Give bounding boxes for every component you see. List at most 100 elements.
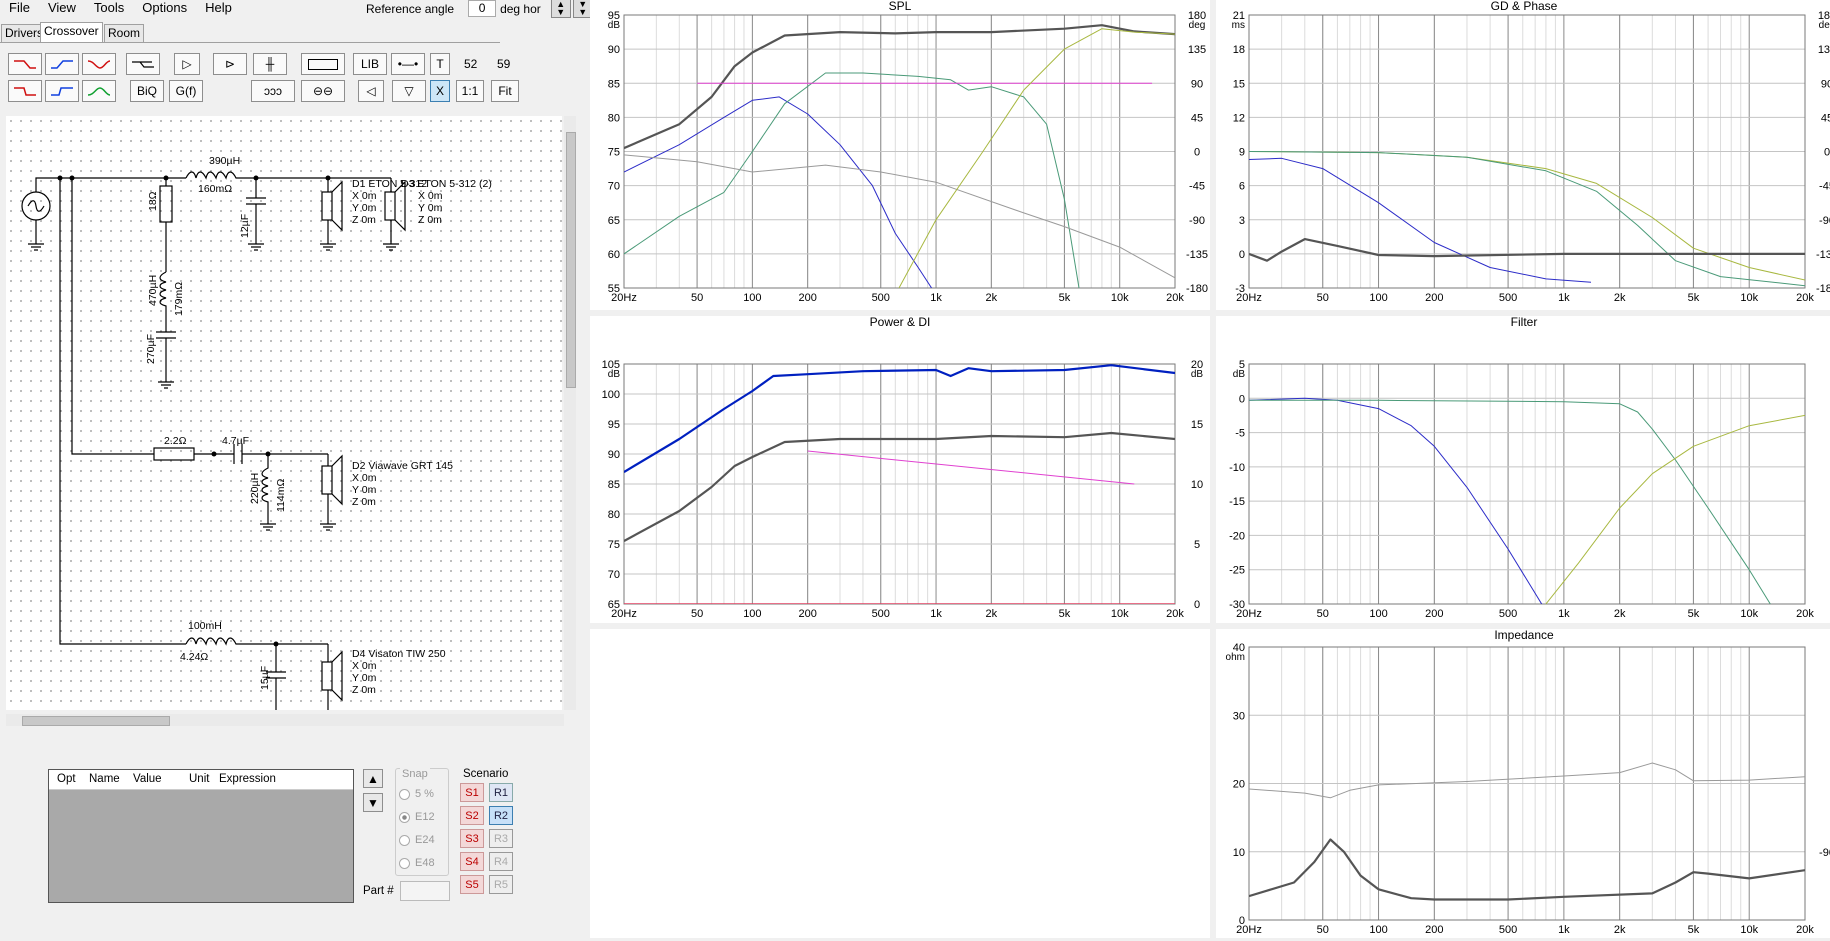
- parameter-table[interactable]: Opt Name Value Unit Expression: [48, 769, 354, 903]
- y2-tick-label: 10: [1191, 479, 1203, 491]
- x-tick-label: 20k: [1796, 292, 1814, 304]
- inductor-icon[interactable]: ↄↄↄ: [251, 80, 295, 102]
- scenario-r2[interactable]: R2: [489, 806, 513, 825]
- spl-plot[interactable]: SPL 20Hz 50 100 200 500 1k 2k 5k 10k 20k 95 90 85 80 7…: [592, 0, 1208, 310]
- tab-room[interactable]: Room: [104, 24, 145, 42]
- driver-d2-name: D2 Viawave GRT 145: [352, 460, 453, 472]
- series-line-gray: [1249, 838, 1805, 901]
- menu-view[interactable]: View: [39, 0, 85, 16]
- snap-option-5pct[interactable]: 5 %: [399, 788, 434, 800]
- col-expression[interactable]: Expression: [219, 770, 299, 789]
- wire-icon[interactable]: •—•: [391, 53, 425, 75]
- bandpass-green-button[interactable]: [82, 80, 116, 102]
- highpass-blue-button-2[interactable]: [45, 80, 79, 102]
- resistor-icon[interactable]: [301, 53, 345, 75]
- biquad-button[interactable]: BiQ: [130, 80, 164, 102]
- filter-plot[interactable]: Filter 20Hz 50 100 200 500 1k 2k 5k 10k 20k 5 0 -5 -1…: [1218, 315, 1830, 623]
- delete-x-button[interactable]: X: [430, 80, 450, 102]
- angle-up-icon[interactable]: ▲ ▼: [550, 0, 571, 18]
- y2-tick-label: 135: [1188, 44, 1206, 56]
- y-tick-label: -20: [1229, 530, 1245, 542]
- menu-tools[interactable]: Tools: [85, 0, 133, 16]
- buffer-icon[interactable]: ⊳: [213, 53, 247, 75]
- notch-filter-button[interactable]: [126, 53, 160, 75]
- plots-splitter-h3[interactable]: [590, 623, 1210, 629]
- transfer-function-button[interactable]: G(f): [169, 80, 203, 102]
- x-tick-label: 100: [743, 292, 761, 304]
- series-line-magenta: [807, 450, 1135, 485]
- gd-phase-plot[interactable]: GD & Phase 20Hz 50 100 200 500 1k 2k 5k 10k 20k 21…: [1218, 0, 1830, 310]
- plots-splitter-v[interactable]: [1210, 0, 1216, 938]
- snap-option-e24[interactable]: E24: [399, 834, 435, 846]
- x-tick-label: 50: [691, 292, 703, 304]
- filter-chart: 20Hz 50 100 200 500 1k 2k 5k 10k 20k50-5-10-15-20…: [1229, 359, 1814, 620]
- amplifier-icon[interactable]: ▷: [174, 53, 200, 75]
- move-down-button[interactable]: ▼: [363, 793, 383, 812]
- lowpass-red-button[interactable]: [8, 53, 42, 75]
- scenario-s3[interactable]: S3: [460, 829, 484, 848]
- reference-angle-input[interactable]: 0: [468, 0, 497, 17]
- menu-file[interactable]: File: [0, 0, 39, 16]
- ground-icon[interactable]: ▽: [392, 80, 426, 102]
- menu-bar: File View Tools Options Help: [0, 0, 241, 16]
- col-opt[interactable]: Opt: [49, 770, 85, 789]
- x-tick-label: 100: [1369, 924, 1387, 936]
- schematic-canvas[interactable]: 390µH 160mΩ 18Ω 12µF 470µH 179mΩ 270µF 2…: [6, 116, 562, 710]
- horizontal-scrollbar[interactable]: [6, 714, 564, 726]
- col-name[interactable]: Name: [85, 770, 133, 789]
- transformer-icon[interactable]: ⊖⊖: [301, 80, 345, 102]
- speaker-icon[interactable]: ◁: [358, 80, 384, 102]
- power-di-plot[interactable]: Power & DI 20Hz 50 100 200 500 1k 2k 5k 10k 20k 10…: [592, 315, 1208, 623]
- y2-tick-label: -45: [1819, 181, 1830, 193]
- scenario-s2[interactable]: S2: [460, 806, 484, 825]
- y-tick-label: 9: [1239, 147, 1245, 159]
- scenario-s1[interactable]: S1: [460, 783, 484, 802]
- scenario-s5[interactable]: S5: [460, 875, 484, 894]
- part-number-input[interactable]: [400, 881, 450, 901]
- driver-d4-name: D4 Visaton TIW 250: [352, 648, 446, 660]
- menu-options[interactable]: Options: [133, 0, 196, 16]
- menu-help[interactable]: Help: [196, 0, 241, 16]
- y2-tick-label: 5: [1194, 539, 1200, 551]
- tab-crossover[interactable]: Crossover: [40, 22, 103, 43]
- y-tick-label: 95: [608, 419, 620, 431]
- comp-l3-resistance: 114mΩ: [275, 479, 287, 512]
- library-button[interactable]: LIB: [353, 53, 387, 75]
- power-di-title: Power & DI: [869, 315, 931, 329]
- col-value[interactable]: Value: [133, 770, 189, 789]
- x-tick-label: 50: [691, 608, 703, 620]
- comp-r2-value: 2.2Ω: [164, 435, 187, 447]
- zoom-fit-button[interactable]: Fit: [491, 80, 519, 102]
- impedance-plot[interactable]: Impedance 20Hz 50 100 200 500 1k 2k 5k 10k 20k 40 3…: [1218, 628, 1830, 938]
- driver-d1-x: X 0m: [352, 190, 377, 202]
- x-tick-label: 20k: [1166, 608, 1184, 620]
- scenario-r3[interactable]: R3: [489, 829, 513, 848]
- scenario-r5[interactable]: R5: [489, 875, 513, 894]
- lowpass-red-button-2[interactable]: [8, 80, 42, 102]
- vertical-scrollbar[interactable]: [564, 116, 576, 710]
- bandstop-red-button[interactable]: [82, 53, 116, 75]
- y2-tick-label: -180: [1816, 283, 1830, 295]
- scenario-s4[interactable]: S4: [460, 852, 484, 871]
- zoom-1to1-button[interactable]: 1:1: [456, 80, 484, 102]
- driver-d3-z: Z 0m: [418, 214, 442, 226]
- col-unit[interactable]: Unit: [189, 770, 219, 789]
- horizontal-scroll-thumb[interactable]: [22, 716, 170, 726]
- scenario-r4[interactable]: R4: [489, 852, 513, 871]
- scenario-r1[interactable]: R1: [489, 783, 513, 802]
- driver-d3-y: Y 0m: [418, 202, 443, 214]
- y2-tick-label: -135: [1816, 249, 1830, 261]
- highpass-blue-button[interactable]: [45, 53, 79, 75]
- move-up-button[interactable]: ▲: [363, 769, 383, 788]
- snap-option-e48[interactable]: E48: [399, 857, 435, 869]
- y-tick-label: 3: [1239, 215, 1245, 227]
- snap-option-e12[interactable]: E12: [399, 811, 435, 823]
- y-unit-label: ms: [1232, 20, 1245, 31]
- capacitor-icon[interactable]: ╫: [253, 53, 287, 75]
- vertical-scroll-thumb[interactable]: [566, 132, 576, 388]
- y-tick-label: 30: [1233, 710, 1245, 722]
- text-tool-button[interactable]: T: [430, 53, 450, 75]
- y2-tick-label: -90: [1819, 847, 1830, 859]
- x-tick-label: 5k: [1688, 924, 1700, 936]
- y2-tick-label: -45: [1189, 181, 1205, 193]
